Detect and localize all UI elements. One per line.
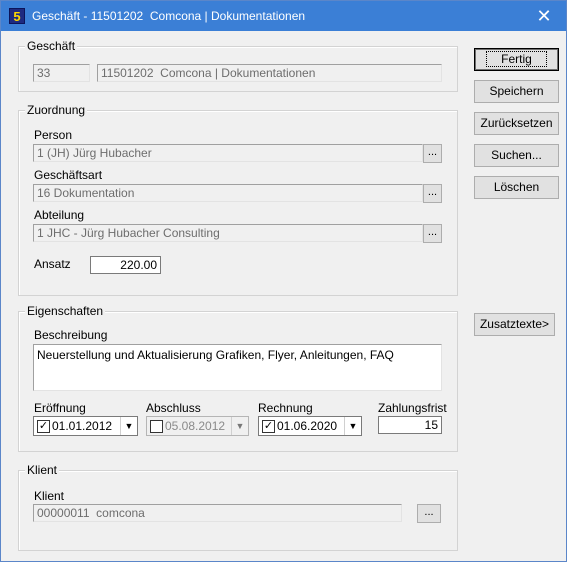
eroeffnung-checkbox[interactable]: ✓ [37, 420, 50, 433]
chevron-down-icon[interactable]: ▼ [344, 417, 361, 435]
zahlungsfrist-label: Zahlungsfrist [378, 401, 447, 415]
klient-browse-button[interactable]: ... [417, 504, 441, 523]
group-geschaeft-legend: Geschäft [25, 39, 78, 53]
person-browse-button[interactable]: ... [423, 144, 442, 163]
zahlungsfrist-field[interactable]: 15 [378, 416, 442, 434]
title-bar[interactable]: 5 Geschäft - 11501202 Comcona | Dokument… [1, 1, 566, 31]
rechnung-datepicker[interactable]: ✓ 01.06.2020 ▼ [258, 416, 362, 436]
klient-label: Klient [34, 489, 65, 503]
ansatz-label: Ansatz [34, 257, 71, 271]
beschreibung-label: Beschreibung [34, 328, 108, 342]
app-icon: 5 [9, 8, 25, 24]
geschaeftsart-field[interactable]: 16 Dokumentation [33, 184, 423, 202]
fertig-button[interactable]: Fertig [474, 48, 559, 71]
window-title: Geschäft - 11501202 Comcona | Dokumentat… [32, 9, 306, 23]
geschaeftsart-browse-button[interactable]: ... [423, 184, 442, 203]
abschluss-datepicker[interactable]: 05.08.2012 ▼ [146, 416, 249, 436]
abschluss-checkbox[interactable] [150, 420, 163, 433]
chevron-down-icon[interactable]: ▼ [231, 417, 248, 435]
loeschen-button[interactable]: Löschen [474, 176, 559, 199]
eroeffnung-datepicker[interactable]: ✓ 01.01.2012 ▼ [33, 416, 138, 436]
abschluss-date: 05.08.2012 [165, 419, 226, 433]
group-zuordnung: Zuordnung [18, 103, 458, 296]
fertig-button-label: Fertig [486, 51, 547, 67]
person-label: Person [34, 128, 73, 142]
abteilung-browse-button[interactable]: ... [423, 224, 442, 243]
speichern-button[interactable]: Speichern [474, 80, 559, 103]
ansatz-field[interactable]: 220.00 [90, 256, 161, 274]
group-zuordnung-legend: Zuordnung [25, 103, 88, 117]
rechnung-checkbox[interactable]: ✓ [262, 420, 275, 433]
dialog-window: 5 Geschäft - 11501202 Comcona | Dokument… [0, 0, 567, 562]
rechnung-date: 01.06.2020 [277, 419, 338, 433]
chevron-down-icon[interactable]: ▼ [120, 417, 137, 435]
abteilung-field[interactable]: 1 JHC - Jürg Hubacher Consulting [33, 224, 423, 242]
suchen-button[interactable]: Suchen... [474, 144, 559, 167]
geschaeft-bezeichnung-field[interactable]: 11501202 Comcona | Dokumentationen [97, 64, 442, 82]
person-field[interactable]: 1 (JH) Jürg Hubacher [33, 144, 423, 162]
rechnung-label: Rechnung [258, 401, 313, 415]
geschaeftsart-label: Geschäftsart [34, 168, 103, 182]
zusatztexte-button[interactable]: Zusatztexte> [474, 313, 555, 336]
zuruecksetzen-button[interactable]: Zurücksetzen [474, 112, 559, 135]
group-eigenschaften-legend: Eigenschaften [25, 304, 106, 318]
beschreibung-textarea[interactable]: Neuerstellung und Aktualisierung Grafike… [33, 344, 442, 391]
close-icon[interactable]: ✕ [522, 1, 566, 31]
geschaeft-nummer-field[interactable]: 33 [33, 64, 90, 82]
abschluss-label: Abschluss [146, 401, 201, 415]
eroeffnung-date: 01.01.2012 [52, 419, 113, 433]
group-klient-legend: Klient [25, 463, 60, 477]
abteilung-label: Abteilung [34, 208, 85, 222]
eroeffnung-label: Eröffnung [34, 401, 86, 415]
klient-field[interactable]: 00000011 comcona [33, 504, 402, 522]
